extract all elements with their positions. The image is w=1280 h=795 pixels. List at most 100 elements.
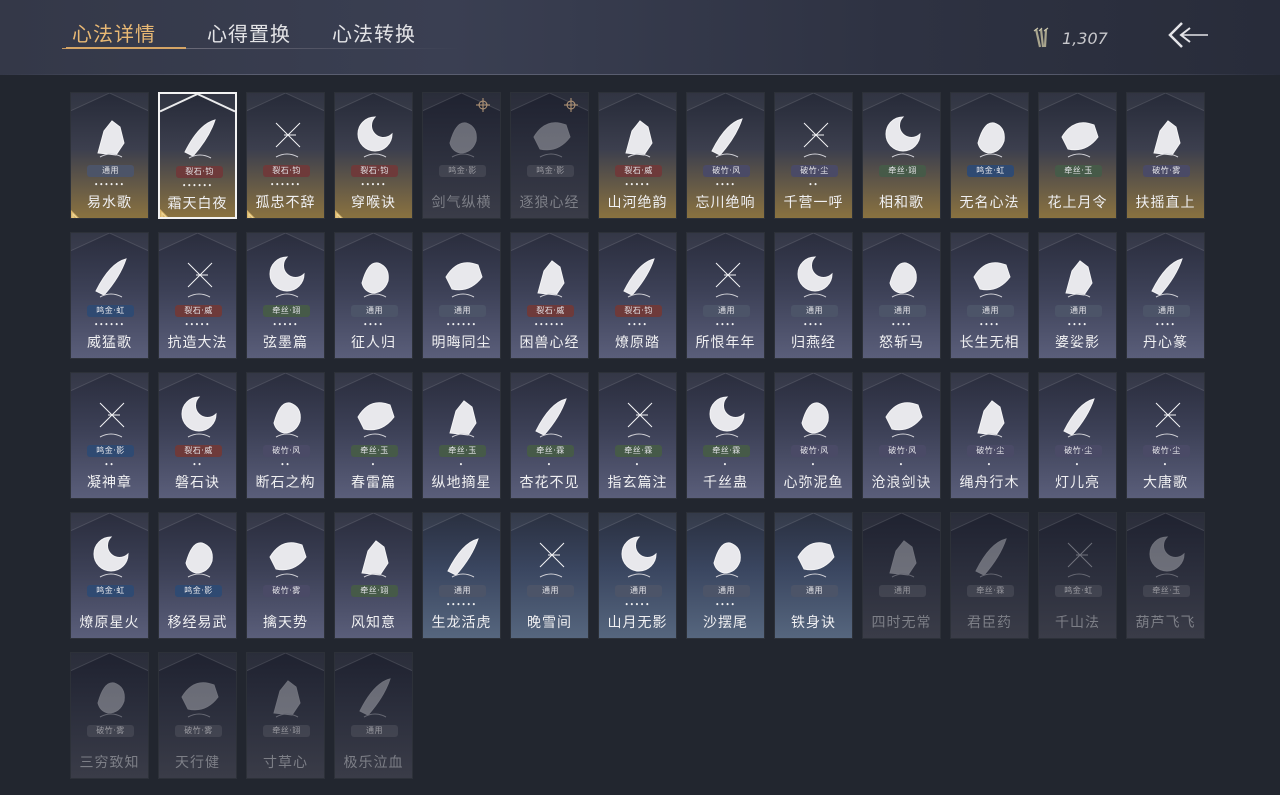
- xinfa-card[interactable]: 通用 •••••• 明晦同尘: [422, 232, 501, 359]
- xinfa-card[interactable]: 鸣金·虹 千山法: [1038, 512, 1117, 639]
- xinfa-card[interactable]: 破竹·风 •••• 忘川绝响: [686, 92, 765, 219]
- xinfa-card[interactable]: 鸣金·虹 无名心法: [950, 92, 1029, 219]
- back-arrow-icon[interactable]: [1166, 20, 1210, 50]
- card-stars: •: [458, 461, 465, 469]
- zither-icon: [269, 256, 305, 298]
- xinfa-card[interactable]: 牵丝·霖 君臣药: [950, 512, 1029, 639]
- xinfa-card[interactable]: 牵丝·霖 • 指玄篇注: [598, 372, 677, 499]
- tab-xinde-exchange[interactable]: 心得置换: [207, 18, 291, 50]
- xinfa-card[interactable]: 通用 晚雪间: [510, 512, 589, 639]
- card-tag: 通用: [351, 305, 398, 317]
- snake-icon: [445, 262, 483, 298]
- xinfa-card[interactable]: 通用 极乐泣血: [334, 652, 413, 779]
- card-stars: •: [810, 461, 817, 469]
- xinfa-card[interactable]: 破竹·风 •• 断石之构: [246, 372, 325, 499]
- card-stars: ••••: [715, 601, 736, 609]
- xinfa-card[interactable]: 通用 •••• 沙摆尾: [686, 512, 765, 639]
- xinfa-card[interactable]: 裂石·威 •••••• 困兽心经: [510, 232, 589, 359]
- xinfa-card[interactable]: 通用 •••• 丹心篆: [1126, 232, 1205, 359]
- xinfa-card[interactable]: 鸣金·影 •• 凝神章: [70, 372, 149, 499]
- card-stars: ••••: [715, 181, 736, 189]
- xinfa-card[interactable]: 通用 •••• 归燕经: [774, 232, 853, 359]
- xinfa-card[interactable]: 裂石·钧 •••• 燎原踏: [598, 232, 677, 359]
- xinfa-card[interactable]: 通用 ••••• 山月无影: [598, 512, 677, 639]
- xinfa-card[interactable]: 裂石·钧 ••••• 穿喉诀: [334, 92, 413, 219]
- xinfa-card[interactable]: 通用 铁身诀: [774, 512, 853, 639]
- card-name: 威猛歌: [87, 335, 132, 351]
- xinfa-card[interactable]: 破竹·尘 • 大唐歌: [1126, 372, 1205, 499]
- armor-icon: [185, 542, 213, 578]
- muscle-icon: [797, 542, 835, 578]
- xinfa-card[interactable]: 破竹·雾 擒天势: [246, 512, 325, 639]
- xinfa-card[interactable]: 破竹·雾 扶摇直上: [1126, 92, 1205, 219]
- xinfa-card[interactable]: 通用 •••••• 易水歌: [70, 92, 149, 219]
- xinfa-card[interactable]: 通用 •••• 怒斩马: [862, 232, 941, 359]
- card-tag: 裂石·钧: [351, 165, 398, 177]
- xinfa-card[interactable]: 鸣金·虹 •••••• 威猛歌: [70, 232, 149, 359]
- xinfa-card[interactable]: 通用 四时无常: [862, 512, 941, 639]
- straw-hat-icon: [181, 682, 219, 718]
- card-name: 沧浪剑诀: [871, 475, 932, 491]
- card-stars: •••••: [360, 181, 387, 189]
- card-tag: 裂石·威: [615, 165, 662, 177]
- xinfa-card[interactable]: 裂石·威 ••••• 抗造大法: [158, 232, 237, 359]
- fish-icon: [801, 402, 829, 438]
- xinfa-card[interactable]: 通用 •••• 所恨年年: [686, 232, 765, 359]
- card-name: 极乐泣血: [343, 755, 404, 771]
- xinfa-card[interactable]: 通用 •••• 长生无相: [950, 232, 1029, 359]
- card-tag: 破竹·尘: [791, 165, 838, 177]
- card-name: 生龙活虎: [431, 615, 492, 631]
- card-tag: 牵丝·翊: [263, 725, 310, 737]
- xinfa-card[interactable]: 破竹·风 • 心弥泥鱼: [774, 372, 853, 499]
- xinfa-card[interactable]: 鸣金·影 移经易武: [158, 512, 237, 639]
- card-tag: 破竹·雾: [175, 725, 222, 737]
- card-stars: ••: [104, 461, 115, 469]
- xinfa-card[interactable]: 牵丝·霖 • 千丝蛊: [686, 372, 765, 499]
- card-tag: 破竹·雾: [263, 585, 310, 597]
- card-tag: 牵丝·翊: [351, 585, 398, 597]
- scroll-icon: [1151, 258, 1183, 298]
- xinfa-card[interactable]: 牵丝·玉 花上月令: [1038, 92, 1117, 219]
- xinfa-card[interactable]: 裂石·威 ••••• 山河绝韵: [598, 92, 677, 219]
- blossom-icon: [535, 398, 567, 438]
- xinfa-card[interactable]: 牵丝·玉 葫芦飞飞: [1126, 512, 1205, 639]
- card-stars: •: [898, 461, 905, 469]
- xinfa-card[interactable]: 破竹·尘 •• 千营一呼: [774, 92, 853, 219]
- wolf-icon: [533, 122, 571, 158]
- xinfa-card[interactable]: 鸣金·虹 燎原星火: [70, 512, 149, 639]
- card-name: 大唐歌: [1143, 475, 1188, 491]
- statue-icon: [973, 262, 1011, 298]
- currency-value: 1,307: [1062, 28, 1108, 48]
- card-name: 千营一呼: [783, 195, 844, 211]
- card-tag: 通用: [1055, 305, 1102, 317]
- card-name: 剑气纵横: [431, 195, 492, 211]
- xinfa-card[interactable]: 破竹·雾 天行健: [158, 652, 237, 779]
- tab-xinfa-details[interactable]: 心法详情: [72, 18, 156, 50]
- moon-bird-icon: [357, 116, 393, 158]
- xinfa-card[interactable]: 牵丝·翊 风知意: [334, 512, 413, 639]
- xinfa-card[interactable]: 鸣金·影 剑气纵横: [422, 92, 501, 219]
- xinfa-card[interactable]: 破竹·雾 三穷致知: [70, 652, 149, 779]
- card-name: 指玄篇注: [607, 475, 668, 491]
- xinfa-card[interactable]: 通用 •••••• 生龙活虎: [422, 512, 501, 639]
- xinfa-card[interactable]: 牵丝·霖 • 杏花不见: [510, 372, 589, 499]
- xinfa-card[interactable]: 通用 •••• 婆娑影: [1038, 232, 1117, 359]
- xinfa-card[interactable]: 通用 •••• 征人归: [334, 232, 413, 359]
- card-tag: 牵丝·玉: [351, 445, 398, 457]
- xinfa-card[interactable]: 牵丝·玉 • 春雷篇: [334, 372, 413, 499]
- tab-xinfa-convert[interactable]: 心法转换: [332, 18, 416, 50]
- xinfa-card[interactable]: 牵丝·翊 寸草心: [246, 652, 325, 779]
- xinfa-card[interactable]: 裂石·钧 •••••• 孤忠不辞: [246, 92, 325, 219]
- xinfa-card[interactable]: 破竹·风 • 沧浪剑诀: [862, 372, 941, 499]
- xinfa-card[interactable]: 鸣金·影 逐狼心经: [510, 92, 589, 219]
- card-name: 沙摆尾: [703, 615, 748, 631]
- xinfa-card[interactable]: 牵丝·玉 • 纵地摘星: [422, 372, 501, 499]
- card-tag: 牵丝·翊: [879, 165, 926, 177]
- xinfa-card[interactable]: 裂石·钧 •••••• 霜天白夜: [158, 92, 237, 219]
- xinfa-card[interactable]: 破竹·尘 • 灯儿亮: [1038, 372, 1117, 499]
- xinfa-card[interactable]: 牵丝·翊 相和歌: [862, 92, 941, 219]
- card-stars: ••••: [979, 321, 1000, 329]
- xinfa-card[interactable]: 牵丝·翊 ••••• 弦墨篇: [246, 232, 325, 359]
- xinfa-card[interactable]: 破竹·尘 • 绳舟行木: [950, 372, 1029, 499]
- xinfa-card[interactable]: 裂石·威 •• 磐石诀: [158, 372, 237, 499]
